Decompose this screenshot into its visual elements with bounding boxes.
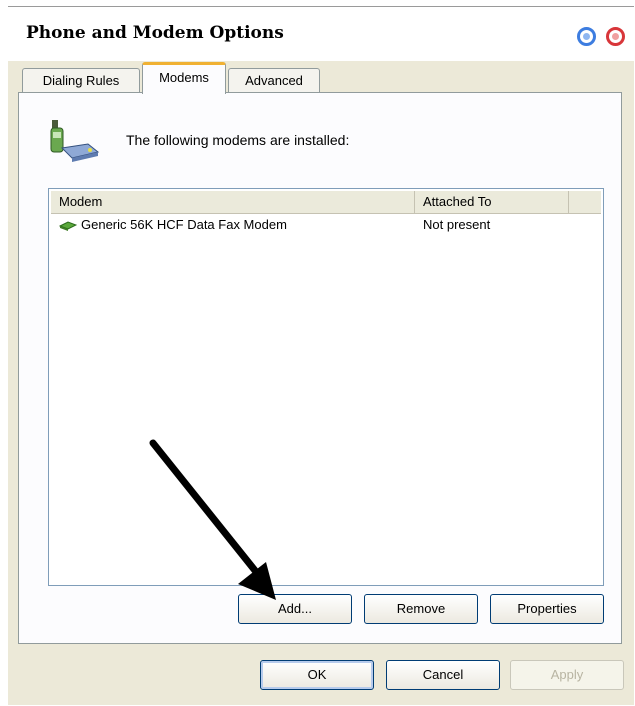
tab-modems[interactable]: Modems — [142, 62, 226, 94]
modem-name: Generic 56K HCF Data Fax Modem — [81, 217, 287, 232]
cancel-button[interactable]: Cancel — [386, 660, 500, 690]
help-button[interactable] — [577, 27, 596, 46]
help-icon — [583, 33, 590, 40]
installed-modems-text: The following modems are installed: — [126, 132, 350, 148]
tab-advanced[interactable]: Advanced — [228, 68, 320, 94]
title-bar[interactable]: Phone and Modem Options — [8, 7, 634, 61]
list-header: Modem Attached To — [51, 191, 601, 214]
add-button[interactable]: Add... — [238, 594, 352, 624]
column-header-attached-to[interactable]: Attached To — [415, 191, 569, 213]
phone-modem-icon — [50, 120, 100, 162]
remove-button[interactable]: Remove — [364, 594, 478, 624]
close-button[interactable] — [606, 27, 625, 46]
ok-button[interactable]: OK — [260, 660, 374, 690]
table-row[interactable]: Generic 56K HCF Data Fax Modem Not prese… — [55, 215, 603, 235]
column-header-modem[interactable]: Modem — [51, 191, 415, 213]
close-icon — [612, 33, 619, 40]
modems-list[interactable]: Modem Attached To Generic 56K HCF Data F… — [48, 188, 604, 586]
properties-button[interactable]: Properties — [490, 594, 604, 624]
modem-attached-to: Not present — [423, 217, 491, 232]
window-title: Phone and Modem Options — [26, 23, 284, 43]
tab-dialing-rules[interactable]: Dialing Rules — [22, 68, 140, 94]
modem-icon — [59, 221, 77, 231]
apply-button[interactable]: Apply — [510, 660, 624, 690]
